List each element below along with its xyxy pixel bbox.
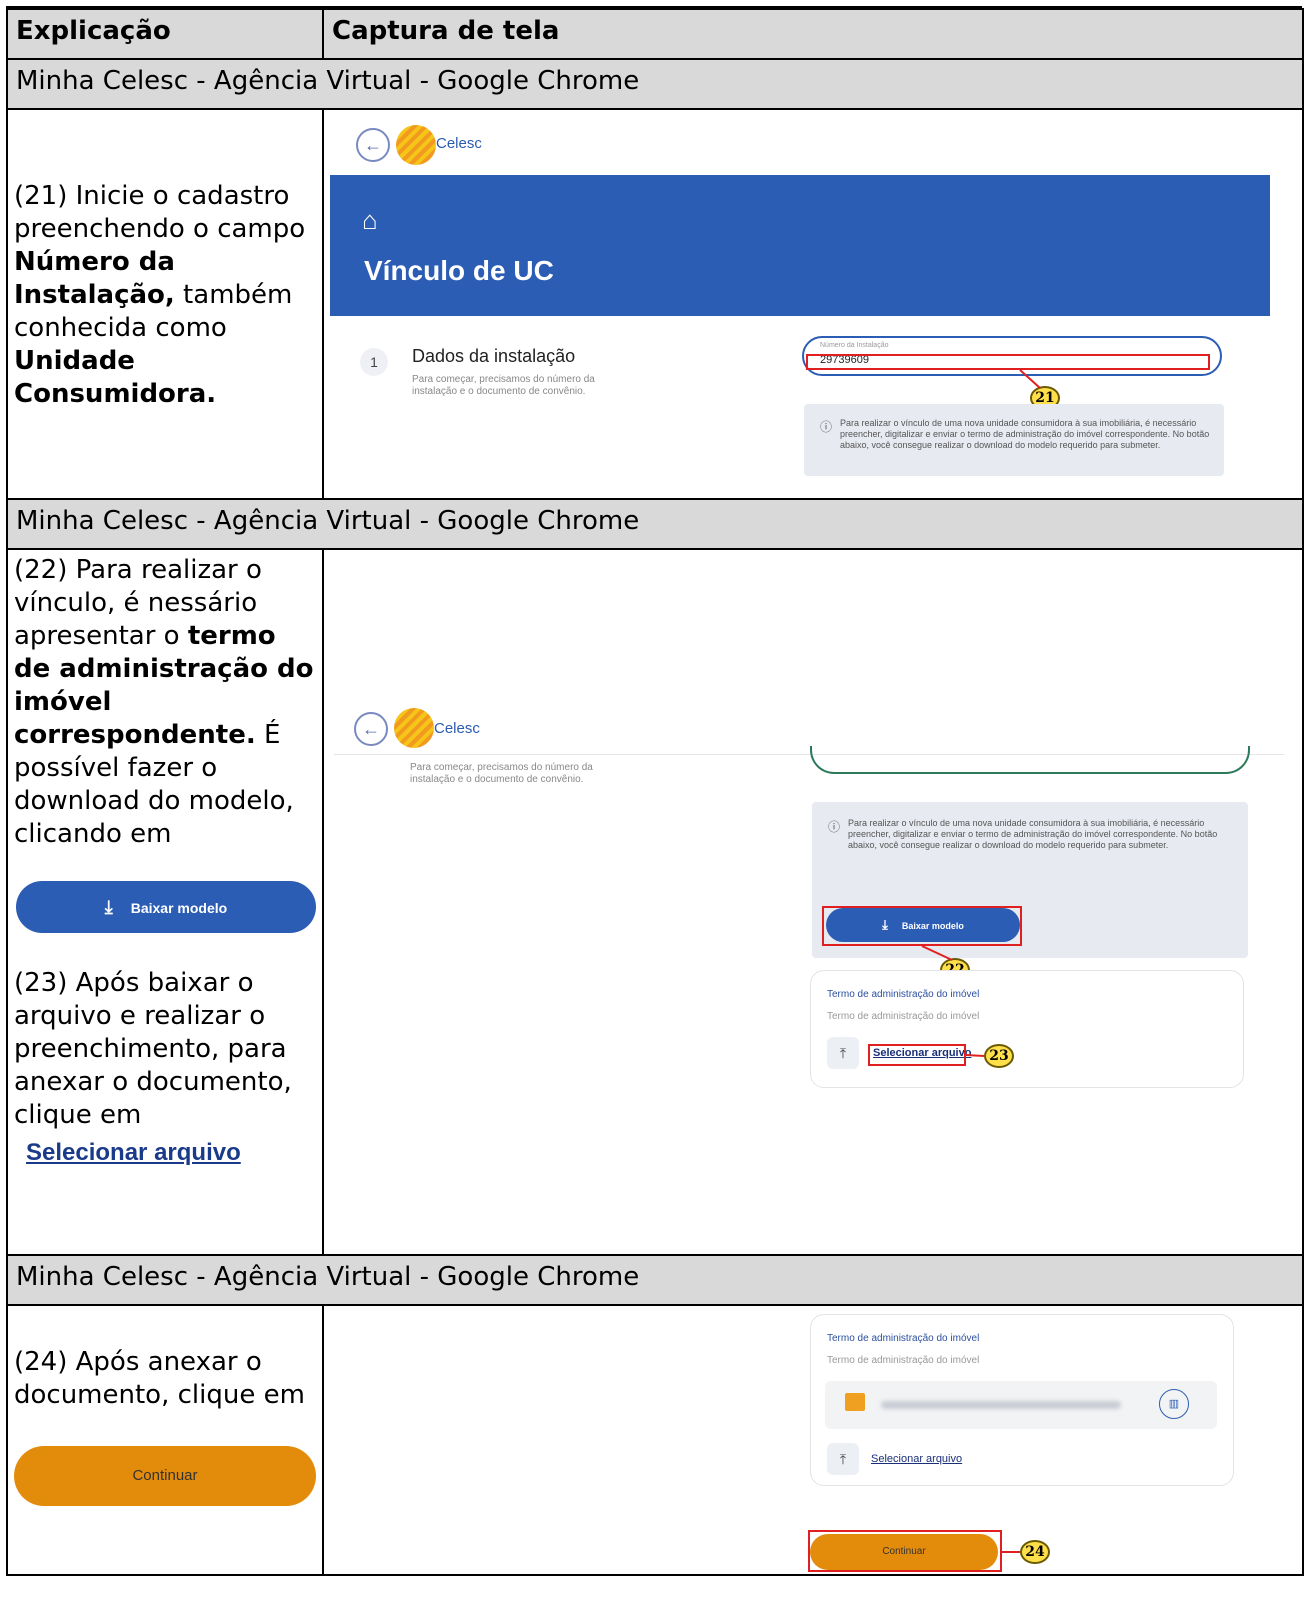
brand-name-2: Celesc (434, 720, 480, 737)
explanation-24: (24) Após anexar o documento, clique em … (6, 1304, 324, 1576)
back-arrow-icon-2[interactable]: ← (354, 712, 388, 746)
highlight-24 (808, 1530, 1002, 1572)
upload-icon-2[interactable]: ⤒ (827, 1443, 859, 1475)
instructions-table: Explicação Captura de tela Minha Celesc … (6, 8, 1304, 1576)
card-title-2: Termo de administração do imóvel (827, 1333, 980, 1344)
text-23: (23) Após baixar o arquivo e realizar o … (14, 968, 292, 1130)
text-21-pre: (21) Inicie o cadastro preenchendo o cam… (14, 181, 306, 244)
baixar-modelo-sample-button: ⤓ Baixar modelo (16, 881, 316, 933)
step-subtitle: Para começar, precisamos do número da in… (412, 374, 595, 397)
selecionar-arquivo-sample-link: Selecionar arquivo (26, 1139, 241, 1166)
home-icon[interactable]: ⌂ (362, 205, 378, 236)
info-box: ⓘ Para realizar o vínculo de uma nova un… (804, 404, 1224, 476)
text-24: (24) Após anexar o documento, clique em (14, 1347, 305, 1410)
attached-file-row: ▥ (825, 1381, 1217, 1429)
callout-23: 23 (984, 1044, 1014, 1068)
window-title-2: Minha Celesc - Agência Virtual - Google … (6, 498, 1304, 550)
header-captura: Captura de tela (322, 8, 1304, 60)
card-subtitle-2: Termo de administração do imóvel (827, 1355, 980, 1366)
installation-input-partial[interactable] (810, 746, 1250, 774)
termo-upload-card: Termo de administração do imóvel Termo d… (810, 970, 1244, 1088)
screenshot-24: Termo de administração do imóvel Termo d… (322, 1304, 1304, 1576)
app-screen-3: Termo de administração do imóvel Termo d… (325, 1307, 1301, 1573)
explanation-22-23: (22) Para realizar o vínculo, é nessário… (6, 548, 324, 1256)
info-icon: ⓘ (820, 420, 833, 434)
celesc-logo-icon-2 (394, 708, 434, 748)
text-21-bold2: Unidade Consumidora. (14, 346, 217, 409)
info-text-2: Para realizar o vínculo de uma nova unid… (848, 818, 1218, 850)
delete-file-icon[interactable]: ▥ (1159, 1389, 1189, 1419)
folder-icon (845, 1393, 865, 1411)
step-subtitle-2: Para começar, precisamos do número da in… (410, 762, 593, 785)
app-screen-2: ← Celesc Para começar, precisamos do núm… (325, 551, 1301, 1253)
blurred-filename (881, 1401, 1121, 1409)
app-screen-1: ← Celesc ⌂ Vínculo de UC 1 Dados da inst… (330, 111, 1270, 497)
explanation-21: (21) Inicie o cadastro preenchendo o cam… (6, 108, 324, 500)
window-title: Minha Celesc - Agência Virtual - Google … (6, 58, 1304, 110)
step-title: Dados da instalação (412, 346, 576, 366)
text-21-bold1: Número da Instalação, (14, 247, 175, 310)
selecionar-arquivo-link-2[interactable]: Selecionar arquivo (871, 1453, 962, 1465)
info-icon-2: ⓘ (828, 820, 841, 834)
highlight-23 (868, 1044, 966, 1066)
input-label: Número da Instalação (820, 342, 889, 349)
callout-24: 24 (1020, 1540, 1050, 1564)
upload-icon[interactable]: ⤒ (827, 1037, 859, 1069)
highlight-21 (806, 354, 1210, 370)
card-subtitle: Termo de administração do imóvel (827, 1011, 980, 1022)
step-number: 1 (360, 348, 388, 376)
back-arrow-icon[interactable]: ← (356, 128, 390, 162)
brand-name: Celesc (436, 135, 482, 152)
page-title: Vínculo de UC (364, 255, 554, 286)
screenshot-21: ← Celesc ⌂ Vínculo de UC 1 Dados da inst… (322, 108, 1304, 500)
download-icon: ⤓ (104, 897, 113, 917)
header-explicacao: Explicação (6, 8, 324, 60)
page-banner: ⌂ Vínculo de UC (330, 175, 1270, 316)
celesc-logo-icon (396, 125, 436, 165)
window-title-3: Minha Celesc - Agência Virtual - Google … (6, 1254, 1304, 1306)
screenshot-22-23: ← Celesc Para começar, precisamos do núm… (322, 548, 1304, 1256)
baixar-modelo-sample-label: Baixar modelo (130, 900, 228, 916)
card-title: Termo de administração do imóvel (827, 989, 980, 1000)
info-text: Para realizar o vínculo de uma nova unid… (840, 418, 1210, 450)
highlight-22 (822, 906, 1022, 946)
continuar-sample-button: Continuar (14, 1446, 316, 1506)
termo-upload-card-2: Termo de administração do imóvel Termo d… (810, 1314, 1234, 1486)
